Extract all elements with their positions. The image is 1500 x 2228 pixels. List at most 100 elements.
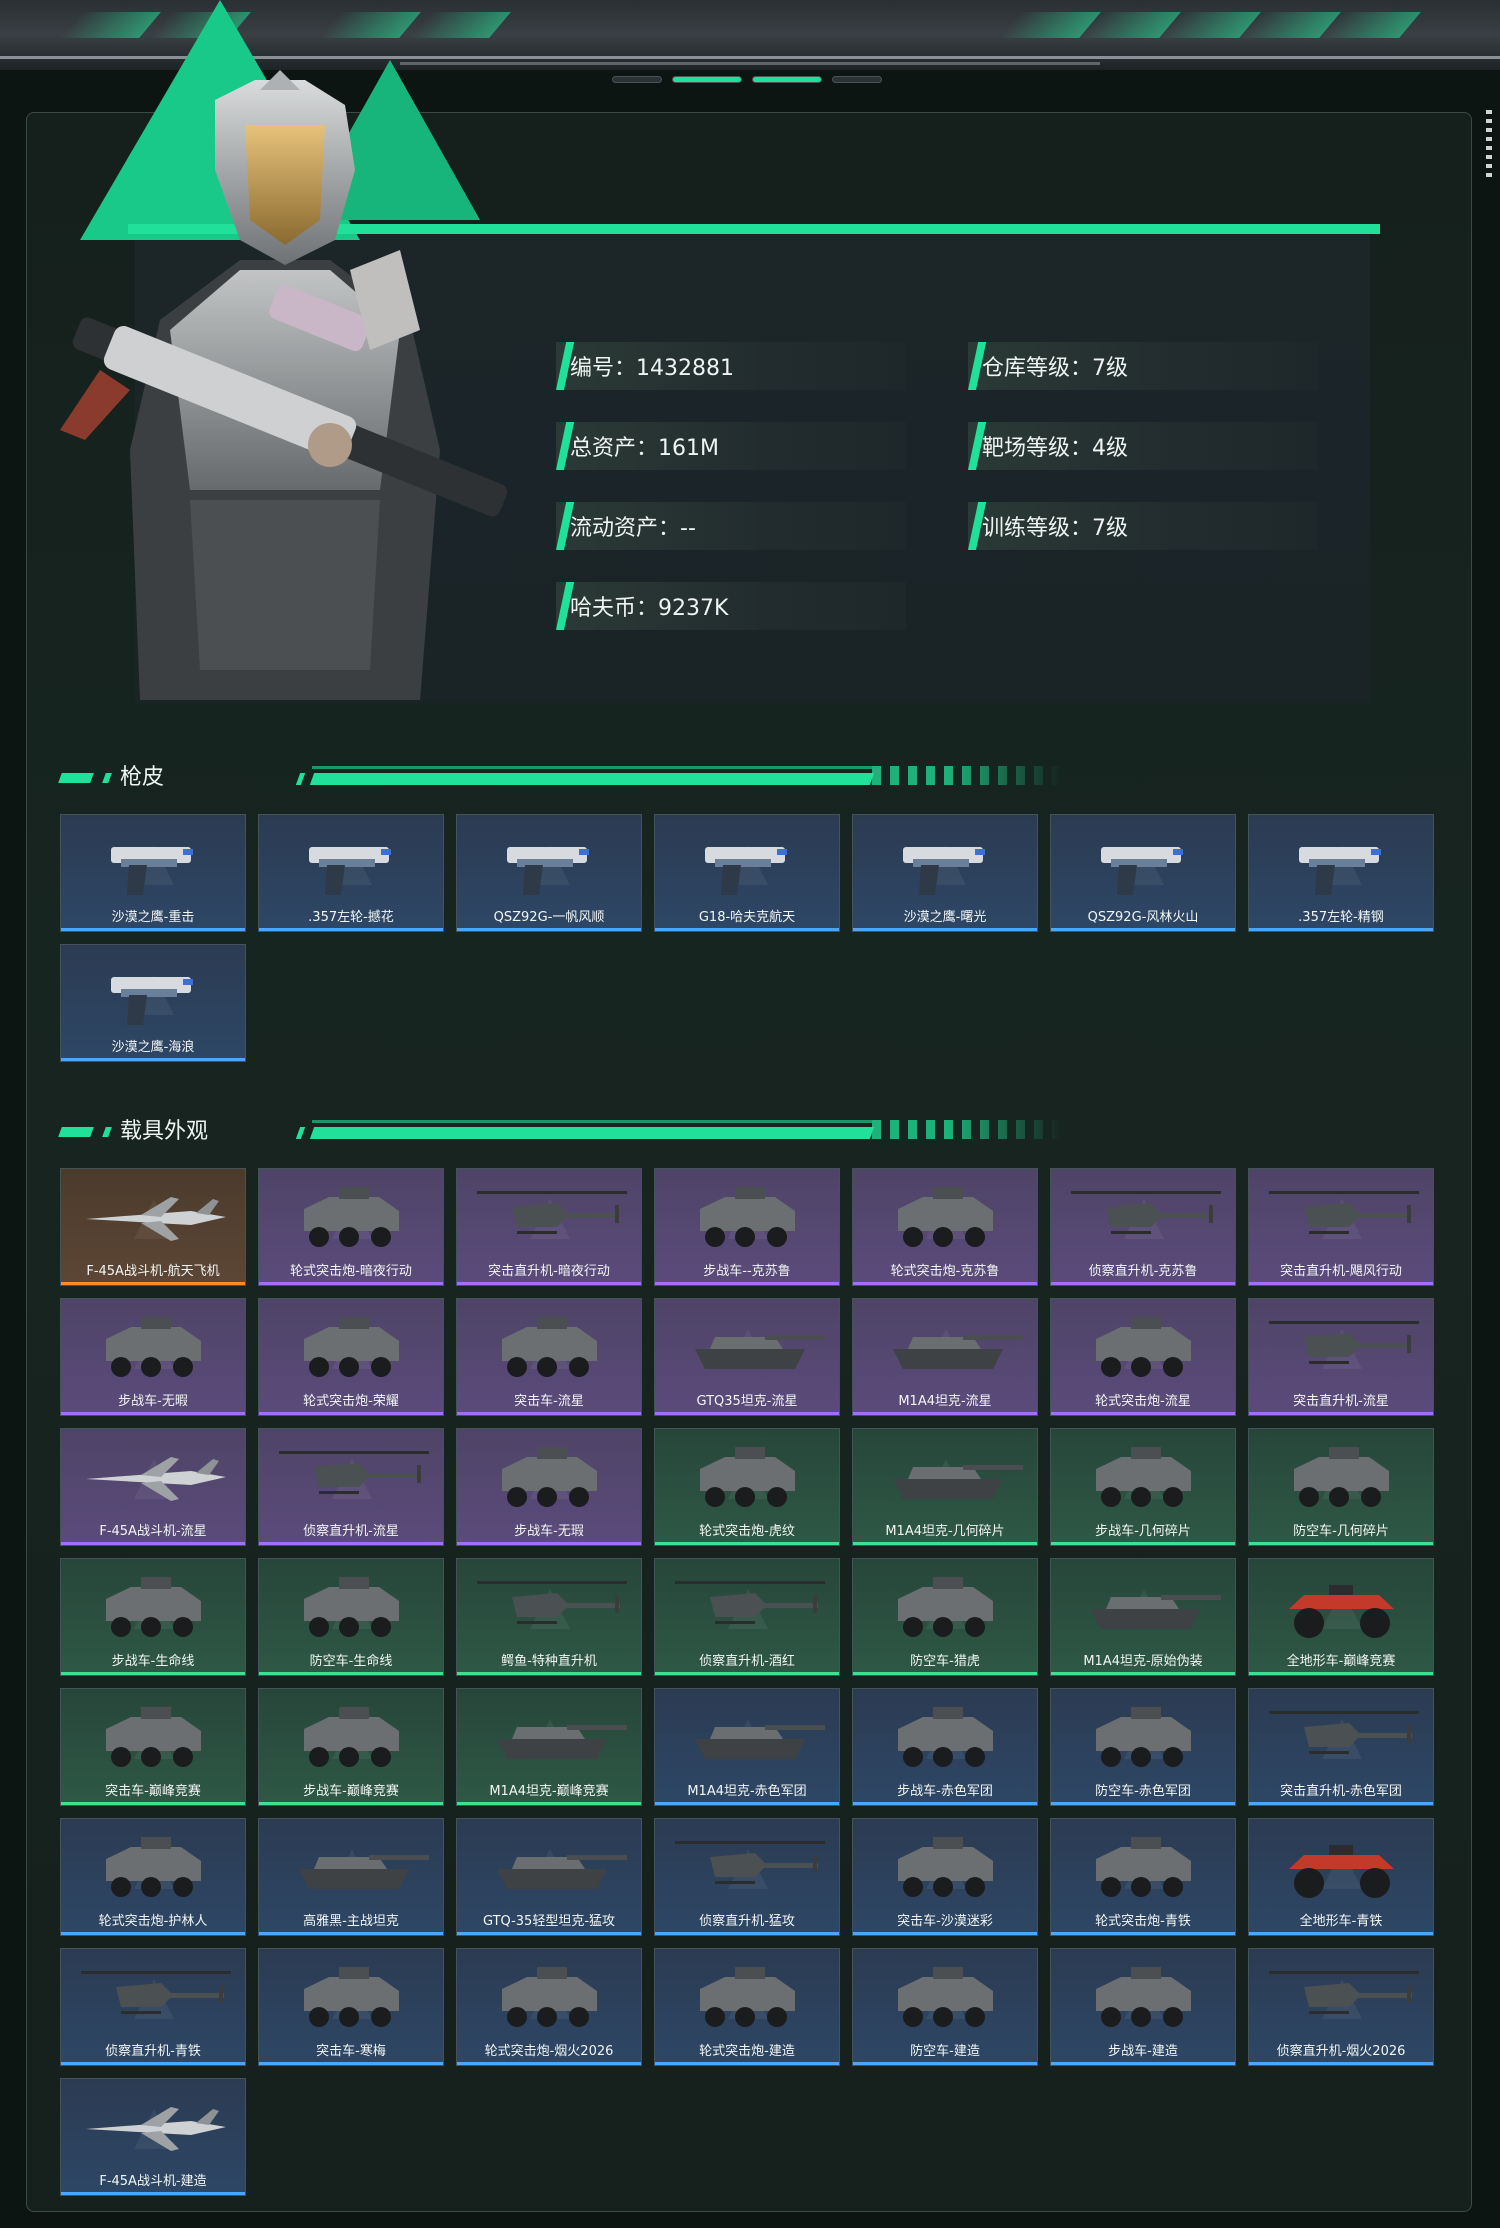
vehicle-card[interactable]: 侦察直升机-烟火2026 <box>1248 1948 1434 2066</box>
vehicle-card[interactable]: 步战车-巅峰竞赛 <box>258 1688 444 1806</box>
tank-icon <box>1091 1589 1221 1629</box>
helicopter-icon <box>477 1191 627 1239</box>
vehicle-card[interactable]: 轮式突击炮-克苏鲁 <box>852 1168 1038 1286</box>
vehicle-card[interactable]: 全地形车-巅峰竞赛 <box>1248 1558 1434 1676</box>
quality-bar <box>655 928 839 931</box>
gun-skin-card[interactable]: QSZ92G-风林火山 <box>1050 814 1236 932</box>
stat-id: 编号：1432881 <box>556 342 906 390</box>
vehicle-card[interactable]: 步战车-赤色军团 <box>852 1688 1038 1806</box>
vehicle-name: 步战车-赤色军团 <box>897 1784 993 1799</box>
quality-bar <box>61 1932 245 1935</box>
quality-bar <box>1249 1802 1433 1805</box>
quality-bar <box>655 1282 839 1285</box>
vehicle-card[interactable]: 高雅黑-主战坦克 <box>258 1818 444 1936</box>
vehicle-name: F-45A战斗机-流星 <box>99 1524 207 1539</box>
vehicle-card[interactable]: M1A4坦克-流星 <box>852 1298 1038 1416</box>
vehicle-card[interactable]: 侦察直升机-流星 <box>258 1428 444 1546</box>
vehicle-name: 突击直升机-赤色军团 <box>1280 1784 1402 1799</box>
vehicle-card[interactable]: 侦察直升机-青铁 <box>60 1948 246 2066</box>
tank-icon <box>497 1719 627 1759</box>
vehicle-card[interactable]: 步战车-无瑕 <box>456 1428 642 1546</box>
vehicle-card[interactable]: 轮式突击炮-护林人 <box>60 1818 246 1936</box>
vehicle-card[interactable]: M1A4坦克-原始伪装 <box>1050 1558 1236 1676</box>
quality-bar <box>457 1542 641 1545</box>
vehicle-card[interactable]: 轮式突击炮-流星 <box>1050 1298 1236 1416</box>
vehicle-card[interactable]: 突击车-巅峰竞赛 <box>60 1688 246 1806</box>
gun-skin-card[interactable]: 沙漠之鹰-曙光 <box>852 814 1038 932</box>
vehicle-card[interactable]: 轮式突击炮-暗夜行动 <box>258 1168 444 1286</box>
vehicle-card[interactable]: 轮式突击炮-青铁 <box>1050 1818 1236 1936</box>
helicopter-icon <box>675 1841 825 1889</box>
vehicle-card[interactable]: M1A4坦克-巅峰竞赛 <box>456 1688 642 1806</box>
quality-bar <box>457 1672 641 1675</box>
vehicle-card[interactable]: 轮式突击炮-虎纹 <box>654 1428 840 1546</box>
vehicle-card[interactable]: GTQ-35轻型坦克-猛攻 <box>456 1818 642 1936</box>
vehicle-icon <box>898 1187 993 1247</box>
vehicle-card[interactable]: 突击车-寒梅 <box>258 1948 444 2066</box>
vehicle-card[interactable]: F-45A战斗机-航天飞机 <box>60 1168 246 1286</box>
vehicle-card[interactable]: 轮式突击炮-建造 <box>654 1948 840 2066</box>
header-bar <box>309 1127 875 1139</box>
vehicle-name: M1A4坦克-流星 <box>898 1394 992 1409</box>
gun-skin-card[interactable]: QSZ92G-一帆风顺 <box>456 814 642 932</box>
header-bar <box>102 1127 112 1137</box>
quality-bar <box>259 1672 443 1675</box>
header-bar <box>58 773 94 783</box>
vehicle-card[interactable]: 侦察直升机-猛攻 <box>654 1818 840 1936</box>
header-bar <box>295 773 306 785</box>
vehicle-card[interactable]: GTQ35坦克-流星 <box>654 1298 840 1416</box>
helicopter-icon <box>1269 1711 1419 1759</box>
gun-skin-card[interactable]: 沙漠之鹰-海浪 <box>60 944 246 1062</box>
vehicle-card[interactable]: 突击车-沙漠迷彩 <box>852 1818 1038 1936</box>
vehicle-card[interactable]: F-45A战斗机-流星 <box>60 1428 246 1546</box>
vehicle-card[interactable]: 防空车-赤色军团 <box>1050 1688 1236 1806</box>
vehicle-card[interactable]: 步战车-建造 <box>1050 1948 1236 2066</box>
quality-bar <box>61 1058 245 1061</box>
vehicle-icon <box>700 1447 795 1507</box>
quality-bar <box>1051 1542 1235 1545</box>
quality-bar <box>853 2062 1037 2065</box>
vehicle-name: 步战车-巅峰竞赛 <box>303 1784 399 1799</box>
helicopter-icon <box>1071 1191 1221 1239</box>
vehicle-card[interactable]: 侦察直升机-克苏鲁 <box>1050 1168 1236 1286</box>
gun-skin-card[interactable]: .357左轮-精钢 <box>1248 814 1434 932</box>
pistol-icon <box>705 845 787 895</box>
vehicle-card[interactable]: 防空车-猎虎 <box>852 1558 1038 1676</box>
header-bar <box>295 1127 306 1139</box>
vehicle-card[interactable]: M1A4坦克-赤色军团 <box>654 1688 840 1806</box>
gun-skin-card[interactable]: 沙漠之鹰-重击 <box>60 814 246 932</box>
vehicle-card[interactable]: 防空车-生命线 <box>258 1558 444 1676</box>
vehicle-card[interactable]: 步战车-无暇 <box>60 1298 246 1416</box>
vehicle-card[interactable]: 防空车-建造 <box>852 1948 1038 2066</box>
vehicle-card[interactable]: 防空车-几何碎片 <box>1248 1428 1434 1546</box>
vehicle-name: 突击直升机-飓风行动 <box>1280 1264 1402 1279</box>
vehicle-card[interactable]: F-45A战斗机-建造 <box>60 2078 246 2196</box>
vehicle-card[interactable]: 突击车-流星 <box>456 1298 642 1416</box>
quality-bar <box>1249 1282 1433 1285</box>
gun-skin-card[interactable]: G18-哈夫克航天 <box>654 814 840 932</box>
quality-bar <box>1249 1542 1433 1545</box>
helicopter-icon <box>1269 1321 1419 1369</box>
vehicle-card[interactable]: 突击直升机-飓风行动 <box>1248 1168 1434 1286</box>
vehicle-card[interactable]: 轮式突击炮-烟火2026 <box>456 1948 642 2066</box>
gun-skin-name: 沙漠之鹰-重击 <box>111 910 195 925</box>
vehicle-card[interactable]: 全地形车-青铁 <box>1248 1818 1434 1936</box>
vehicle-card[interactable]: 步战车--克苏鲁 <box>654 1168 840 1286</box>
gun-skin-name: 沙漠之鹰-曙光 <box>903 910 987 925</box>
vehicle-card[interactable]: 突击直升机-暗夜行动 <box>456 1168 642 1286</box>
vehicle-card[interactable]: M1A4坦克-几何碎片 <box>852 1428 1038 1546</box>
vehicle-name: 突击车-流星 <box>514 1394 584 1409</box>
vehicle-icon <box>304 1187 399 1247</box>
header-bar <box>309 773 875 785</box>
gun-skin-card[interactable]: .357左轮-撼花 <box>258 814 444 932</box>
vehicle-card[interactable]: 突击直升机-流星 <box>1248 1298 1434 1416</box>
vehicle-card[interactable]: 侦察直升机-酒红 <box>654 1558 840 1676</box>
pistol-icon <box>1299 845 1381 895</box>
scroll-indicator[interactable] <box>1486 110 1492 180</box>
quality-bar <box>61 1802 245 1805</box>
vehicle-card[interactable]: 突击直升机-赤色军团 <box>1248 1688 1434 1806</box>
vehicle-card[interactable]: 步战车-几何碎片 <box>1050 1428 1236 1546</box>
vehicle-card[interactable]: 轮式突击炮-荣耀 <box>258 1298 444 1416</box>
vehicle-card[interactable]: 鳄鱼-特种直升机 <box>456 1558 642 1676</box>
vehicle-card[interactable]: 步战车-生命线 <box>60 1558 246 1676</box>
